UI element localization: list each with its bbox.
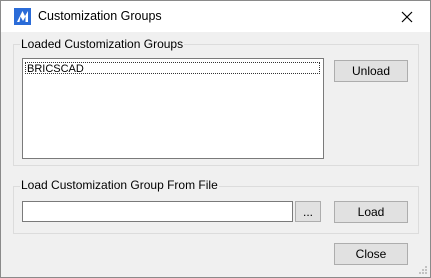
loaded-groups-label: Loaded Customization Groups bbox=[20, 37, 185, 51]
list-item[interactable]: BRICSCAD bbox=[25, 62, 320, 75]
browse-button[interactable]: ... bbox=[295, 201, 321, 222]
load-button[interactable]: Load bbox=[334, 201, 408, 223]
loaded-groups-list[interactable]: BRICSCAD bbox=[22, 58, 324, 159]
unload-button[interactable]: Unload bbox=[334, 60, 408, 82]
close-icon bbox=[401, 11, 413, 23]
resize-grip-icon[interactable] bbox=[418, 265, 428, 275]
title-bar: Customization Groups bbox=[1, 1, 430, 32]
file-path-input[interactable] bbox=[22, 201, 293, 222]
window-title: Customization Groups bbox=[38, 9, 162, 23]
close-button[interactable]: Close bbox=[334, 243, 408, 265]
load-from-file-label: Load Customization Group From File bbox=[20, 178, 219, 192]
customization-groups-dialog: Customization Groups Loaded Customizatio… bbox=[0, 0, 431, 278]
close-window-button[interactable] bbox=[392, 5, 422, 29]
bricscad-logo-icon bbox=[14, 8, 31, 25]
